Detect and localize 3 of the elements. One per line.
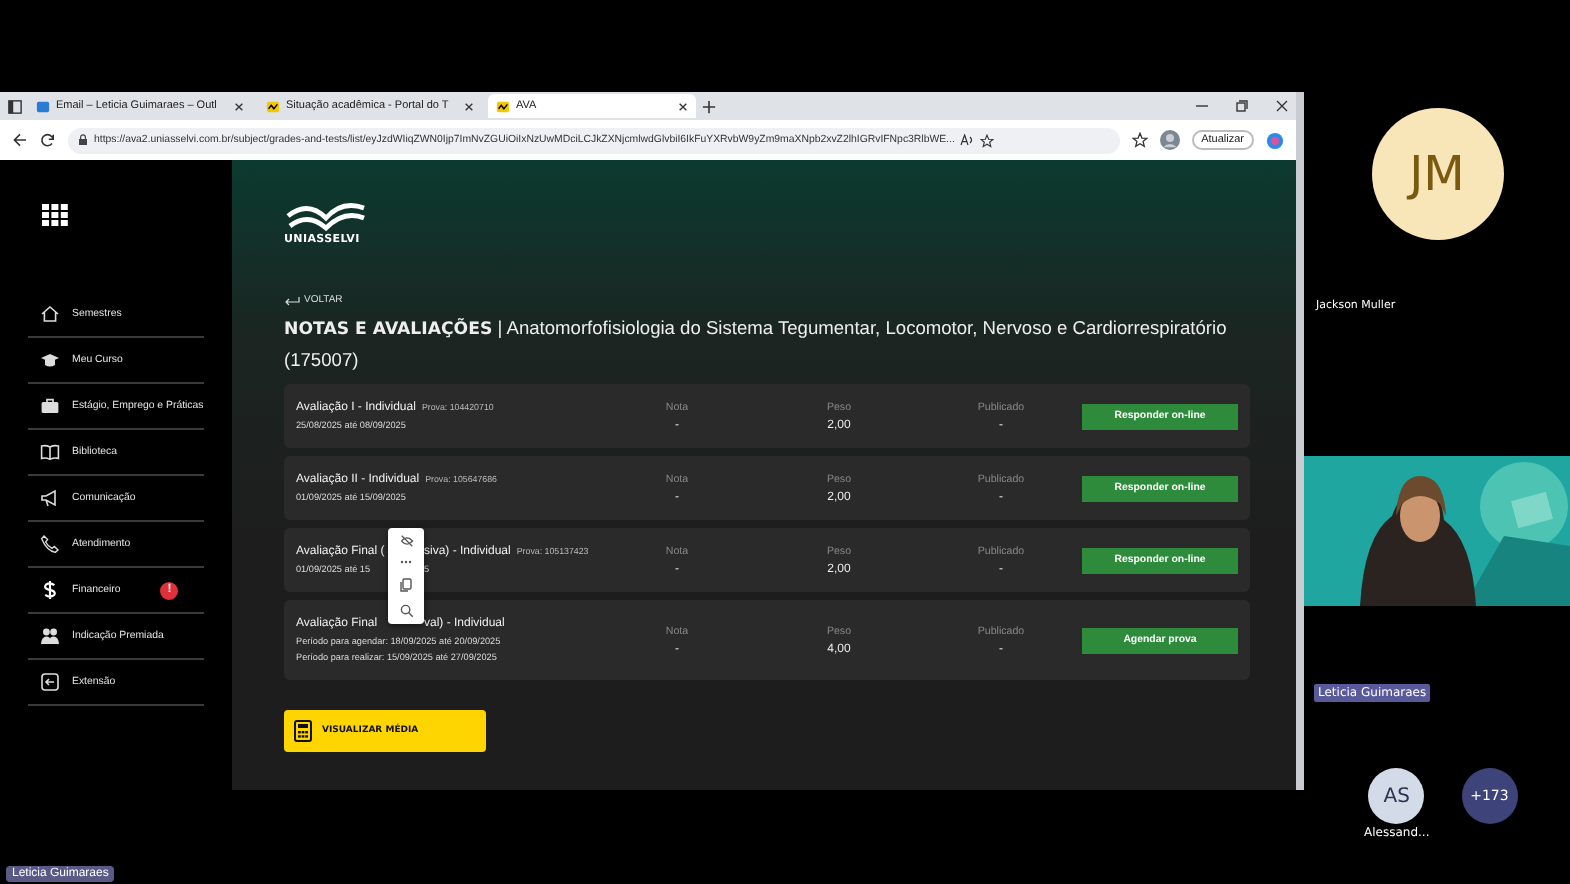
- page-heading: NOTAS E AVALIAÇÕES | Anatomorfofisiologia do Sistema Tegumentar, Locomotor, Nervoso e Cardiorrespiratório (175007): [284, 316, 1229, 374]
- participant-avatar[interactable]: AS: [1368, 768, 1425, 824]
- participant-avatar: JM: [1371, 108, 1503, 240]
